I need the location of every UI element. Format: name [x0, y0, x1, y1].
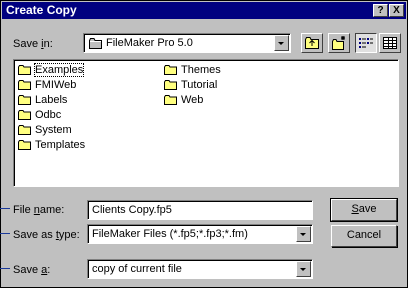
list-item[interactable]: Tutorial: [164, 78, 217, 92]
list-item[interactable]: Examples: [18, 63, 85, 77]
create-new-folder-button[interactable]: [328, 33, 350, 53]
create-copy-dialog: Create Copy ? X Save in: FileMaker Pro 5…: [0, 0, 408, 288]
title-bar: Create Copy ? X: [2, 2, 406, 19]
help-button[interactable]: ?: [373, 4, 388, 17]
save-in-label: Save in:: [13, 38, 53, 50]
list-item[interactable]: Themes: [164, 63, 221, 77]
save-a-dropdown[interactable]: copy of current file: [87, 259, 313, 279]
callout-line: [0, 208, 10, 209]
list-view-icon: [359, 38, 373, 48]
folder-icon: [18, 65, 32, 76]
list-view-button[interactable]: [355, 33, 377, 53]
file-list[interactable]: Examples FMIWeb Labels Odbc System Templ…: [13, 59, 399, 187]
up-one-level-icon: [305, 37, 319, 49]
folder-icon: [164, 95, 178, 106]
list-item[interactable]: Odbc: [18, 108, 61, 122]
window-title: Create Copy: [6, 3, 77, 17]
list-item[interactable]: FMIWeb: [18, 78, 76, 92]
save-as-type-label: Save as type:: [13, 229, 80, 241]
save-in-dropdown[interactable]: FileMaker Pro 5.0: [83, 33, 291, 53]
folder-icon: [18, 140, 32, 151]
folder-icon: [164, 80, 178, 91]
save-as-type-dropdown[interactable]: FileMaker Files (*.fp5;*.fp3;*.fm): [87, 224, 313, 244]
save-a-label: Save a:: [13, 264, 51, 276]
details-view-button[interactable]: [379, 33, 401, 53]
details-view-icon: [383, 37, 397, 49]
folder-icon: [164, 65, 178, 76]
create-new-folder-icon: [332, 36, 345, 50]
list-item[interactable]: Templates: [18, 138, 85, 152]
list-item[interactable]: System: [18, 123, 72, 137]
close-button[interactable]: X: [389, 4, 404, 17]
file-name-field[interactable]: Clients Copy.fp5: [87, 200, 313, 220]
cancel-button[interactable]: Cancel: [331, 225, 397, 247]
folder-icon: [89, 38, 103, 52]
chevron-down-icon[interactable]: [296, 226, 311, 242]
list-item[interactable]: Labels: [18, 93, 67, 107]
up-one-level-button[interactable]: [301, 33, 323, 53]
save-button[interactable]: Save: [330, 198, 398, 222]
folder-icon: [18, 125, 32, 136]
chevron-down-icon[interactable]: [274, 35, 289, 51]
folder-icon: [18, 110, 32, 121]
callout-line: [0, 268, 10, 269]
save-in-value: FileMaker Pro 5.0: [106, 37, 193, 49]
file-name-label: File name:: [13, 204, 65, 216]
folder-icon: [18, 80, 32, 91]
list-item[interactable]: Web: [164, 93, 203, 107]
callout-line: [0, 233, 10, 234]
folder-icon: [18, 95, 32, 106]
chevron-down-icon[interactable]: [296, 261, 311, 277]
